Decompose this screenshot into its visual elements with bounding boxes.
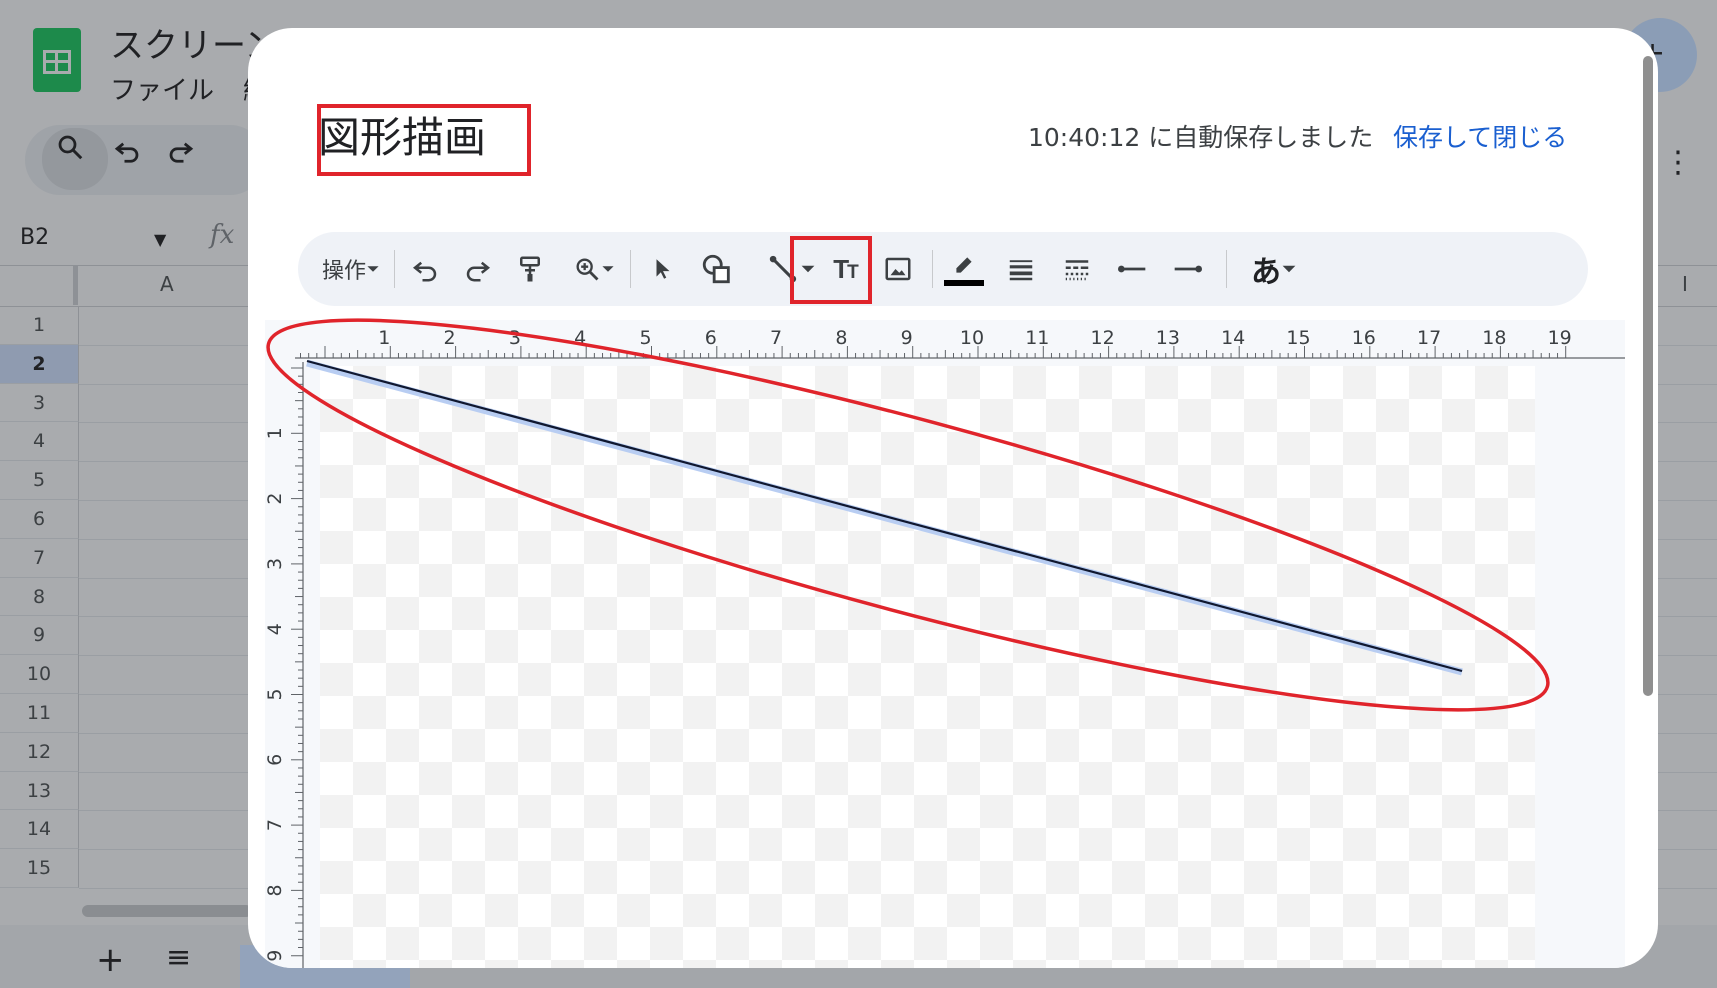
line-highlight-ellipse <box>266 318 1550 712</box>
drawn-line[interactable] <box>306 359 1463 673</box>
title-highlight-box <box>317 104 531 176</box>
annotation-overlay <box>266 104 1550 712</box>
line-tool-highlight-box <box>790 236 872 304</box>
